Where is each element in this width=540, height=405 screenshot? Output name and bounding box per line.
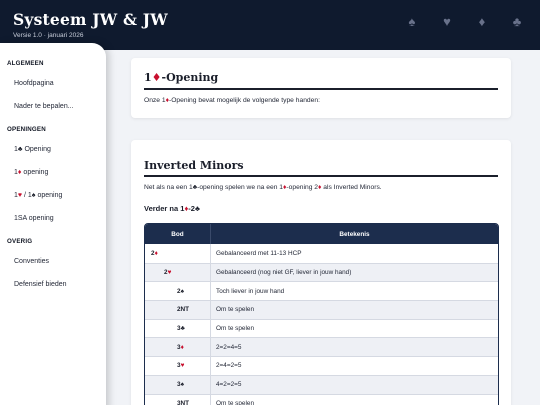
section-title: Inverted Minors: [144, 159, 244, 172]
table-row: 3 ♥ 2=4=2=5: [145, 356, 498, 375]
bid-cell: 2NT: [145, 301, 211, 319]
bid-cell: 2 ♠: [145, 282, 211, 301]
meaning-cell: Om te spelen: [216, 325, 255, 333]
bid-separator: / 1: [22, 192, 32, 199]
table-header-row: Bod Betekenis: [145, 224, 498, 244]
heart-icon: ♥: [180, 362, 185, 370]
table-row: 2 ♠ Toch liever in jouw hand: [145, 281, 498, 301]
bid-level: 2NT: [177, 306, 190, 314]
bid-cell: 2 ♥: [145, 263, 211, 282]
table-row: 3NT Om te spelen: [145, 393, 498, 405]
diamond-icon: ♦: [151, 71, 162, 84]
bid-cell: 3 ♠: [145, 375, 211, 394]
meaning-cell: Gebalanceerd met 11-13 HCP: [216, 249, 302, 257]
sidebar-item-label: Opening: [22, 146, 51, 153]
sidebar-item-1c-opening[interactable]: 1♣ Opening: [14, 146, 51, 153]
table-row: 3 ♣ Om te spelen: [145, 318, 498, 338]
table-row: 2 ♦ Gebalanceerd met 11-13 HCP: [145, 244, 498, 263]
column-header-meaning: Betekenis: [339, 230, 370, 238]
inverted-minors-card: Inverted Minors Net als na een 1♣-openin…: [131, 140, 511, 405]
heart-icon: ♥: [443, 14, 451, 29]
table-body: 2 ♦ Gebalanceerd met 11-13 HCP 2 ♥ Gebalancee…: [145, 244, 498, 405]
club-icon: ♣: [512, 14, 522, 29]
section-intro-text: Onze 1♦-Opening bevat mogelijk de volgen…: [144, 97, 320, 104]
nav-section-openings: OPENINGEN: [7, 126, 46, 133]
meaning-cell: Toch liever in jouw hand: [216, 287, 285, 295]
sidebar-item-conventions[interactable]: Conventies: [14, 258, 49, 265]
bid-level: 3NT: [177, 399, 190, 405]
diamond-icon: ♦: [180, 343, 184, 351]
table-row: 2NT Om te spelen: [145, 300, 498, 319]
club-icon: ♣: [194, 204, 200, 213]
bid-cell: 3 ♦: [145, 338, 211, 357]
table-row: 3 ♦ 2=2=4=5: [145, 337, 498, 357]
meaning-cell: Om te spelen: [216, 306, 255, 314]
sidebar-item-label: opening: [21, 169, 49, 176]
column-header-bid: Bod: [145, 224, 211, 244]
opening-1d-card: 1♦-Opening Onze 1♦-Opening bevat mogelij…: [131, 58, 511, 118]
meaning-cell: Om te spelen: [216, 399, 255, 405]
club-icon: ♣: [180, 325, 185, 333]
heart-icon: ♥: [167, 269, 172, 277]
bidding-table: Bod Betekenis 2 ♦ Gebalanceerd met 11-13 H…: [144, 223, 499, 405]
sidebar-nav: ALGEMEEN Hoofdpagina Nader te bepalen...…: [0, 43, 106, 405]
sidebar-item-defensive-bidding[interactable]: Defensief bieden: [14, 281, 67, 288]
sidebar-item-1h-1s-opening[interactable]: 1♥ / 1♠ opening: [14, 192, 62, 199]
meaning-cell: 2=2=4=5: [216, 343, 242, 351]
section-title: 1♦-Opening: [144, 71, 219, 84]
section-intro-text: Net als na een 1♣-opening spelen we na e…: [144, 184, 382, 191]
header-suit-decoration: ♠ ♥ ♦ ♣: [405, 14, 524, 29]
sidebar-item-label: opening: [35, 192, 63, 199]
bid-cell: 3 ♥: [145, 357, 211, 375]
diamond-icon: ♦: [478, 14, 486, 29]
nav-section-general: ALGEMEEN: [7, 60, 44, 67]
sidebar-item-1d-opening[interactable]: 1♦ opening: [14, 169, 48, 176]
table-row: 2 ♥ Gebalanceerd (nog niet GF, liever in j…: [145, 262, 498, 282]
diamond-icon: ♦: [154, 249, 158, 257]
app-version: Versie 1.0 · januari 2026: [13, 32, 84, 39]
nav-section-other: OVERIG: [7, 238, 33, 245]
meaning-cell: Gebalanceerd (nog niet GF, liever in jou…: [216, 269, 352, 277]
spade-icon: ♠: [408, 14, 416, 29]
meaning-cell: 2=4=2=5: [216, 362, 242, 370]
title-divider: [144, 88, 498, 90]
bid-cell: 3 ♣: [145, 319, 211, 338]
app-title: Systeem JW & JW: [13, 10, 168, 29]
spade-icon: ♠: [180, 381, 184, 389]
sidebar-item-tbd[interactable]: Nader te bepalen...: [14, 103, 74, 110]
spade-icon: ♠: [180, 287, 184, 295]
meaning-cell: 4=2=2=5: [216, 381, 242, 389]
sidebar-item-1nt-opening[interactable]: 1SA opening: [14, 215, 54, 222]
bid-cell: 2 ♦: [145, 244, 211, 263]
bid-cell: 3NT: [145, 394, 211, 405]
sidebar-item-home[interactable]: Hoofdpagina: [14, 80, 54, 87]
table-row: 3 ♠ 4=2=2=5: [145, 374, 498, 394]
subsection-heading: Verder na 1♦-2♣: [144, 204, 200, 213]
title-divider: [144, 175, 498, 177]
